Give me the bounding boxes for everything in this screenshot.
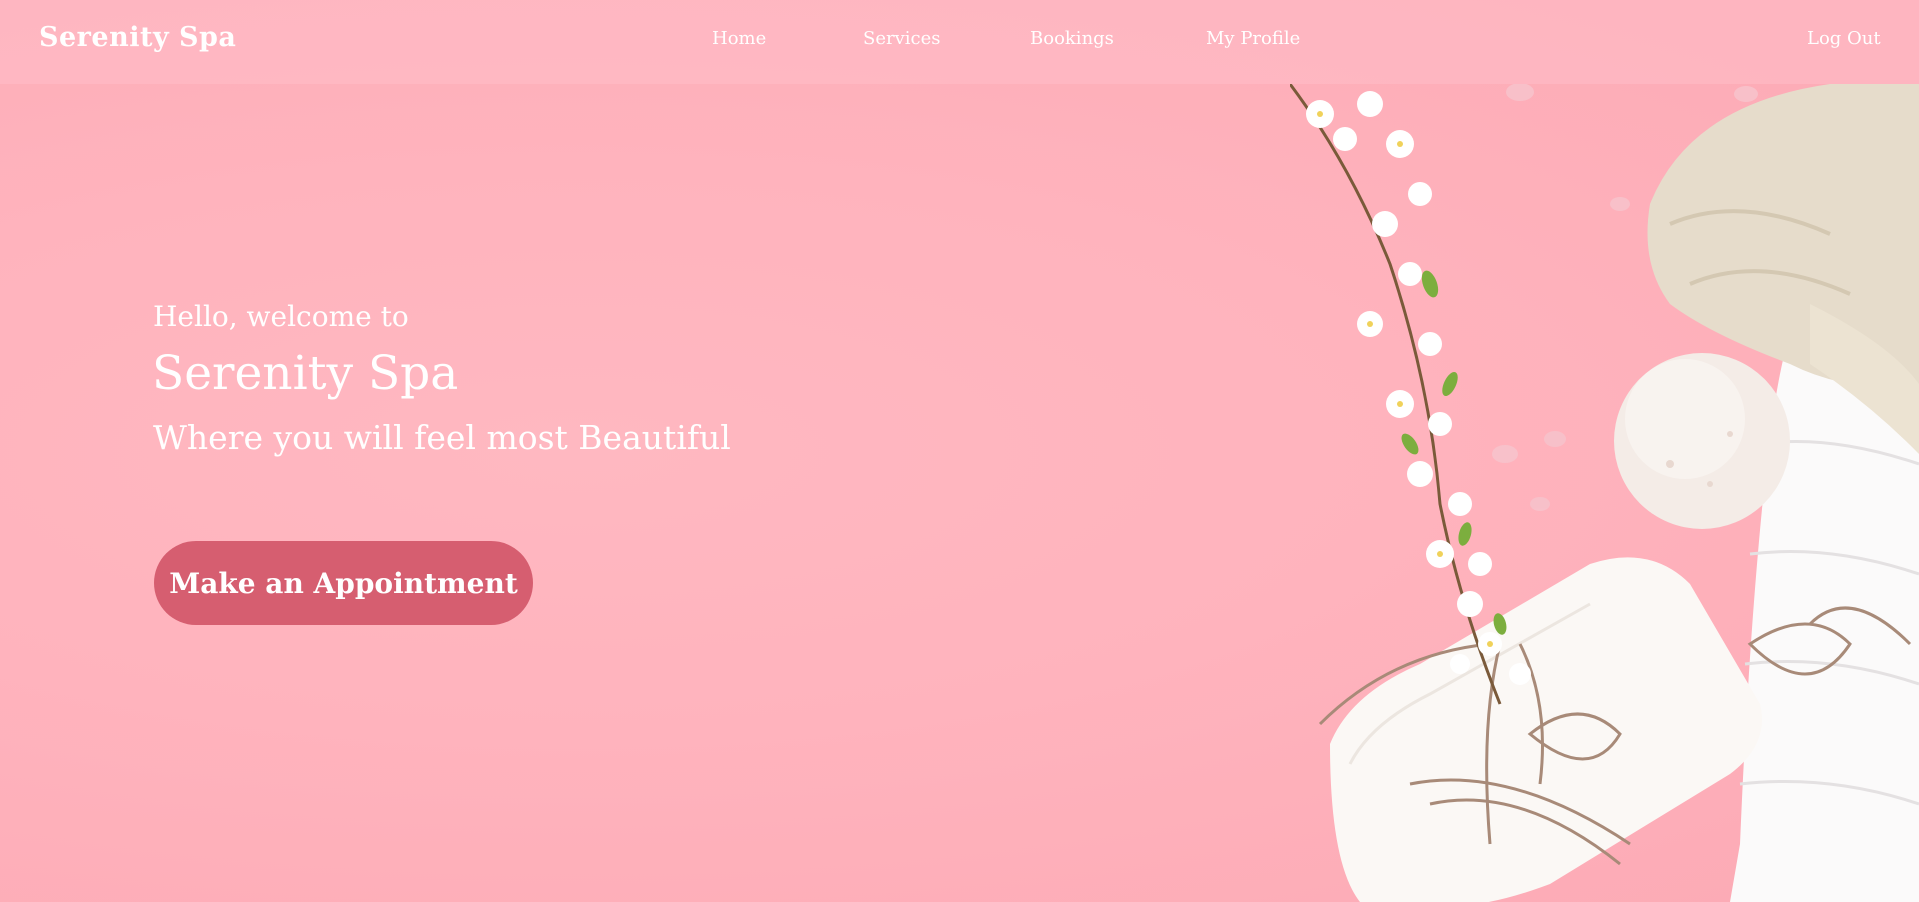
soap-icon <box>1330 557 1762 902</box>
bath-bomb-icon <box>1614 353 1790 529</box>
brand-logo-text[interactable]: Serenity Spa <box>39 22 236 53</box>
make-appointment-button[interactable]: Make an Appointment <box>154 541 533 625</box>
welcome-greeting: Hello, welcome to <box>153 300 409 333</box>
log-out-link[interactable]: Log Out <box>1807 28 1881 49</box>
hero-tagline: Where you will feel most Beautiful <box>153 418 731 457</box>
nav-link-home[interactable]: Home <box>712 28 766 49</box>
nav-link-my-profile[interactable]: My Profile <box>1206 28 1300 49</box>
cherry-blossom-branch-icon <box>1290 84 1531 705</box>
hero-section: Serenity Spa Home Services Bookings My P… <box>0 0 1919 902</box>
hero-title: Serenity Spa <box>152 346 459 401</box>
spa-still-life-image <box>1290 84 1919 902</box>
nav-link-services[interactable]: Services <box>863 28 940 49</box>
top-navbar: Serenity Spa Home Services Bookings My P… <box>0 0 1919 84</box>
nav-link-bookings[interactable]: Bookings <box>1030 28 1114 49</box>
